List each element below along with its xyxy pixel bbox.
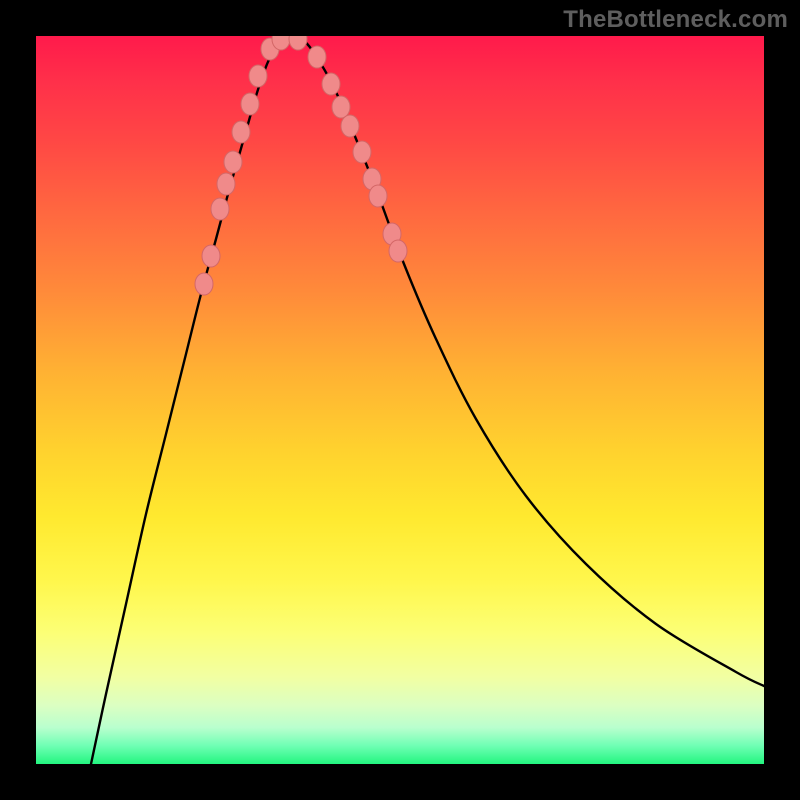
marker-dot	[232, 121, 250, 143]
marker-dot	[224, 151, 242, 173]
marker-dot	[211, 198, 229, 220]
chart-curve	[91, 37, 764, 764]
marker-dot	[195, 273, 213, 295]
marker-dot	[341, 115, 359, 137]
plot-area	[36, 36, 764, 764]
chart-svg	[36, 36, 764, 764]
marker-dot	[389, 240, 407, 262]
marker-dot	[217, 173, 235, 195]
marker-dot	[369, 185, 387, 207]
marker-dot	[202, 245, 220, 267]
marker-dot	[322, 73, 340, 95]
chart-markers	[195, 36, 407, 295]
marker-dot	[249, 65, 267, 87]
outer-frame: TheBottleneck.com	[0, 0, 800, 800]
marker-dot	[241, 93, 259, 115]
marker-dot	[289, 36, 307, 50]
marker-dot	[353, 141, 371, 163]
marker-dot	[308, 46, 326, 68]
marker-dot	[332, 96, 350, 118]
watermark-text: TheBottleneck.com	[563, 6, 788, 34]
